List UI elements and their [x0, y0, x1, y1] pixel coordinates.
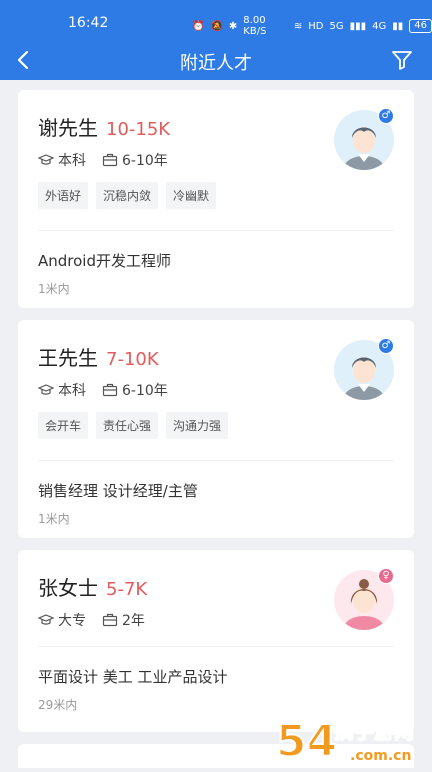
top-navbar: 附近人才 [0, 40, 432, 80]
candidate-meta: 本科 6-10年 [38, 150, 184, 170]
network-speed: 8.00 KB/S [243, 15, 267, 37]
experience-label: 6-10年 [122, 383, 168, 399]
status-icons: ⏰ 🔕 ✱ 8.00 KB/S ≋ HD 5G ▮▮▮ 4G ▮▮ 46 [192, 15, 432, 37]
candidate-salary: 7-10K [106, 349, 159, 370]
education-label: 本科 [58, 153, 86, 169]
filter-icon[interactable] [390, 48, 414, 72]
education-label: 大专 [58, 613, 86, 629]
candidate-meta: 大专 2年 [38, 610, 161, 630]
bluetooth-icon: ✱ [228, 20, 238, 32]
trait-tag: 外语好 [38, 182, 89, 209]
candidate-name: 谢先生 [38, 116, 98, 140]
candidate-name: 张女士 [38, 576, 98, 600]
candidate-name: 王先生 [38, 346, 98, 370]
graduation-cap-icon [38, 384, 54, 395]
job-title: 销售经理 设计经理/主管 [38, 482, 198, 500]
candidate-salary: 10-15K [106, 119, 171, 140]
trait-tag: 沟通力强 [166, 412, 229, 439]
svg-text:.com.cn: .com.cn [350, 748, 411, 764]
trait-tag: 责任心强 [96, 412, 159, 439]
candidate-salary: 5-7K [106, 579, 148, 600]
svg-text:搞手游网: 搞手游网 [334, 719, 414, 743]
briefcase-icon [102, 153, 118, 167]
wifi-icon: ≋ [293, 20, 303, 32]
signal-icon: ▮▮▮ [349, 20, 367, 32]
divider [38, 460, 394, 461]
trait-tag: 会开车 [38, 412, 89, 439]
talent-card[interactable]: 王先生 7-10K 本科 6-10年 会开车 责任心强 沟通力强 ♂ 销售经理 … [18, 320, 414, 538]
experience-label: 6-10年 [122, 153, 168, 169]
briefcase-icon [102, 383, 118, 397]
talent-list: 谢先生 10-15K 本科 6-10年 外语好 沉稳内敛 冷幽默 ♂ Andro… [0, 80, 432, 768]
battery-indicator: 46 [409, 19, 432, 33]
experience-label: 2年 [122, 613, 145, 629]
hd-badge: HD [308, 20, 324, 32]
alarm-icon: ⏰ [192, 20, 205, 32]
tag-list: 外语好 沉稳内敛 冷幽默 [38, 182, 217, 209]
page-title: 附近人才 [180, 53, 252, 74]
male-icon: ♂ [378, 108, 394, 124]
talent-card[interactable]: 张女士 5-7K 大专 2年 ♀ 平面设计 美工 工业产品设计 29米内 [18, 550, 414, 732]
talent-card[interactable]: 谢先生 10-15K 本科 6-10年 外语好 沉稳内敛 冷幽默 ♂ Andro… [18, 90, 414, 308]
status-time: 16:42 [68, 15, 109, 31]
distance-label: 1米内 [38, 282, 70, 296]
tag-list: 会开车 责任心强 沟通力强 [38, 412, 229, 439]
distance-label: 1米内 [38, 512, 70, 526]
signal-icon-2: ▮▮ [392, 20, 404, 32]
mute-icon: 🔕 [210, 20, 223, 32]
candidate-meta: 本科 6-10年 [38, 380, 184, 400]
status-bar: 16:42 ⏰ 🔕 ✱ 8.00 KB/S ≋ HD 5G ▮▮▮ 4G ▮▮ … [0, 0, 432, 40]
female-icon: ♀ [378, 568, 394, 584]
trait-tag: 冷幽默 [166, 182, 217, 209]
signal-5g: 5G [329, 20, 344, 32]
watermark-logo: 54 搞手游网 .com.cn [275, 712, 428, 768]
graduation-cap-icon [38, 154, 54, 165]
education-label: 本科 [58, 383, 86, 399]
male-icon: ♂ [378, 338, 394, 354]
job-title: 平面设计 美工 工业产品设计 [38, 668, 228, 686]
job-title: Android开发工程师 [38, 252, 171, 270]
svg-text:54: 54 [276, 716, 337, 767]
divider [38, 230, 394, 231]
graduation-cap-icon [38, 614, 54, 625]
divider [38, 646, 394, 647]
signal-4g: 4G [372, 20, 387, 32]
trait-tag: 沉稳内敛 [96, 182, 159, 209]
distance-label: 29米内 [38, 698, 78, 712]
briefcase-icon [102, 613, 118, 627]
